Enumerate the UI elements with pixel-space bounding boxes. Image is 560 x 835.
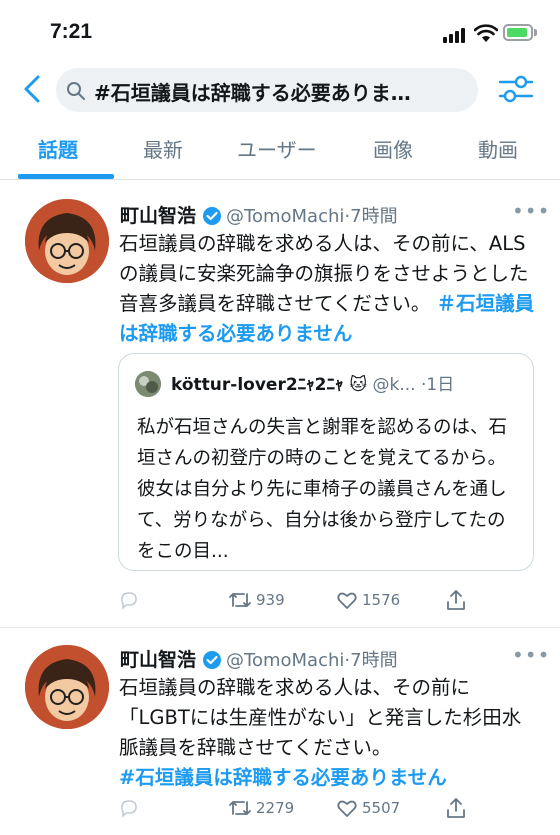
avatar-image <box>25 645 109 729</box>
quote-avatar <box>135 371 161 397</box>
share-button[interactable] <box>445 589 467 611</box>
retweet-count: 939 <box>256 591 285 609</box>
verified-badge-icon <box>203 207 222 225</box>
tweet-text: 石垣議員の辞職を求める人は、その前に「LGBTには生産性がない」と発言した杉田水… <box>119 676 522 759</box>
share-icon <box>447 798 465 818</box>
active-tab-indicator <box>18 174 114 179</box>
avatar-image <box>25 199 109 283</box>
hashtag-link[interactable]: #石垣議員は辞職する必要ありません <box>119 766 447 789</box>
reply-button[interactable] <box>118 589 140 611</box>
chevron-left-icon[interactable] <box>18 73 48 105</box>
retweet-icon <box>229 593 251 607</box>
quote-time: ·1日 <box>421 375 455 395</box>
display-name[interactable]: 町山智浩 <box>120 649 196 671</box>
tab-videos[interactable]: 動画 <box>478 134 518 163</box>
tweet-time: ·7時間 <box>344 206 398 227</box>
display-name[interactable]: 町山智浩 <box>120 205 196 227</box>
tweet-header: 町山智浩 @TomoMachi·7時間 <box>120 201 398 228</box>
avatar[interactable] <box>25 199 109 283</box>
tab-trending[interactable]: 話題 <box>38 134 78 163</box>
battery-icon <box>503 24 533 41</box>
retweet-count: 2279 <box>256 799 295 817</box>
reply-icon <box>121 592 137 610</box>
share-icon <box>447 590 465 610</box>
search-tabs: 話題 最新 ユーザー 画像 動画 <box>0 124 560 180</box>
tab-images[interactable]: 画像 <box>373 134 413 163</box>
retweet-icon <box>229 801 251 815</box>
search-icon <box>67 82 85 100</box>
tweet[interactable]: 町山智浩 @TomoMachi·7時間 ••• 石垣議員の辞職を求める人は、その前… <box>0 181 560 628</box>
wifi-icon <box>474 24 498 42</box>
quote-text: 私が石垣さんの失言と謝罪を認めるのは、石垣さんの初登庁の時のことを覚えてるから。… <box>137 417 508 562</box>
heart-icon <box>337 592 357 609</box>
retweet-button[interactable]: 939 <box>228 589 285 611</box>
user-handle[interactable]: @TomoMachi <box>226 206 344 227</box>
retweet-button[interactable]: 2279 <box>228 797 294 819</box>
more-icon[interactable]: ••• <box>512 199 550 223</box>
like-button[interactable]: 1576 <box>336 589 400 611</box>
status-bar: 7:21 <box>0 0 560 62</box>
sliders-icon[interactable] <box>498 72 534 106</box>
tweet-text-container: 石垣議員の辞職を求める人は、その前に「LGBTには生産性がない」と発言した杉田水… <box>119 673 539 793</box>
share-button[interactable] <box>445 797 467 819</box>
quoted-tweet[interactable]: köttur-lover2ﾆｬ2ﾆｬ 🐱 @k... ·1日 私が石垣さんの失言… <box>118 353 534 571</box>
quote-display-name: köttur-lover2ﾆｬ2ﾆｬ 🐱 <box>171 375 368 395</box>
battery-level <box>507 28 527 37</box>
search-input[interactable]: #石垣議員は辞職する必要ありま… <box>56 68 478 112</box>
reply-button[interactable] <box>118 797 140 819</box>
avatar[interactable] <box>25 645 109 729</box>
tweet-header: 町山智浩 @TomoMachi·7時間 <box>120 645 398 672</box>
tweet-actions: 939 1576 <box>0 589 560 621</box>
heart-icon <box>337 800 357 817</box>
verified-badge-icon <box>203 651 222 669</box>
search-query: #石垣議員は辞職する必要ありま… <box>94 81 411 105</box>
reply-icon <box>121 800 137 818</box>
tweet-text-container: 石垣議員の辞職を求める人は、その前に、ALSの議員に安楽死論争の旗振りをさせよう… <box>119 229 539 349</box>
tweet-time: ·7時間 <box>344 650 398 671</box>
user-handle[interactable]: @TomoMachi <box>226 650 344 671</box>
more-icon[interactable]: ••• <box>512 643 550 667</box>
like-button[interactable]: 5507 <box>336 797 400 819</box>
tab-users[interactable]: ユーザー <box>237 134 317 163</box>
battery-tip <box>534 29 537 36</box>
quote-handle: @k... <box>372 375 416 395</box>
search-header: #石垣議員は辞職する必要ありま… <box>0 62 560 118</box>
tweet[interactable]: 町山智浩 @TomoMachi·7時間 ••• 石垣議員の辞職を求める人は、その前… <box>0 629 560 835</box>
cellular-signal-icon <box>443 27 469 43</box>
status-time: 7:21 <box>50 20 93 43</box>
quote-header: köttur-lover2ﾆｬ2ﾆｬ 🐱 @k... ·1日 <box>171 370 454 395</box>
like-count: 1576 <box>362 591 401 609</box>
tab-latest[interactable]: 最新 <box>143 134 183 163</box>
tweet-actions: 2279 5507 <box>0 797 560 829</box>
like-count: 5507 <box>362 799 401 817</box>
